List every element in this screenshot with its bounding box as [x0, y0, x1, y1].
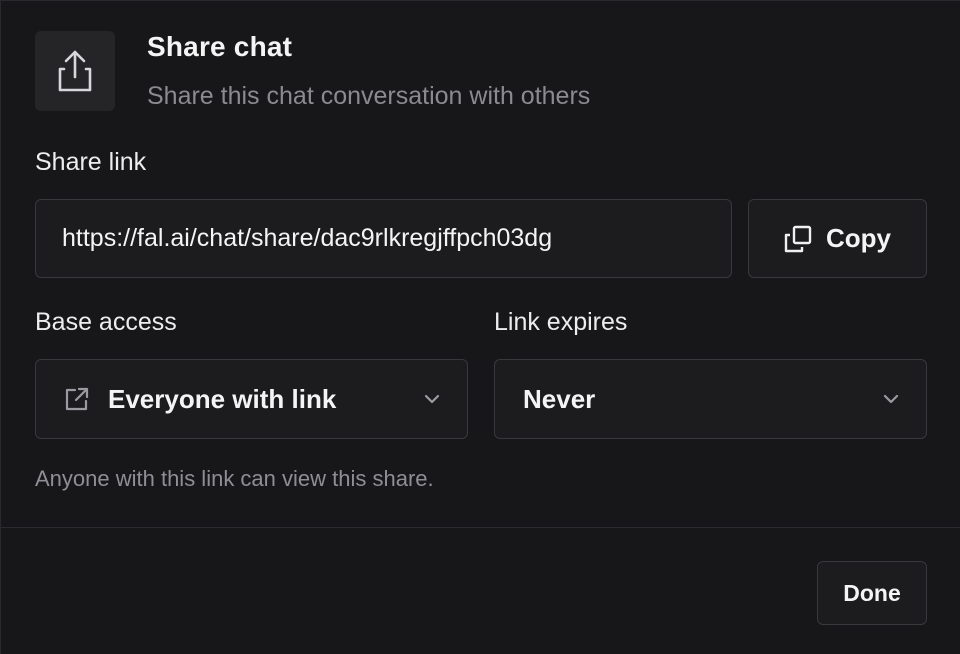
- helper-text: Anyone with this link can view this shar…: [35, 466, 434, 491]
- external-link-icon: [64, 386, 90, 412]
- share-link-value: https://fal.ai/chat/share/dac9rlkregjffp…: [62, 224, 553, 252]
- copy-button-label: Copy: [826, 223, 891, 253]
- link-expires-value: Never: [523, 383, 596, 414]
- link-expires-label: Link expires: [494, 308, 628, 336]
- base-access-value: Everyone with link: [108, 383, 337, 414]
- share-upload-icon: [35, 31, 115, 111]
- chevron-down-icon: [423, 393, 441, 405]
- done-button[interactable]: Done: [817, 561, 927, 625]
- base-access-label: Base access: [35, 308, 177, 336]
- share-link-field[interactable]: https://fal.ai/chat/share/dac9rlkregjffp…: [35, 199, 732, 278]
- dialog-subtitle: Share this chat conversation with others: [147, 82, 591, 110]
- footer-divider: [1, 527, 960, 528]
- share-chat-dialog: Share chat Share this chat conversation …: [0, 0, 960, 654]
- link-expires-select[interactable]: Never: [494, 359, 927, 439]
- chevron-down-icon: [882, 393, 900, 405]
- base-access-select[interactable]: Everyone with link: [35, 359, 468, 439]
- copy-icon: [784, 225, 812, 253]
- dialog-title: Share chat: [147, 31, 293, 62]
- copy-button[interactable]: Copy: [748, 199, 927, 278]
- share-link-label: Share link: [35, 148, 147, 176]
